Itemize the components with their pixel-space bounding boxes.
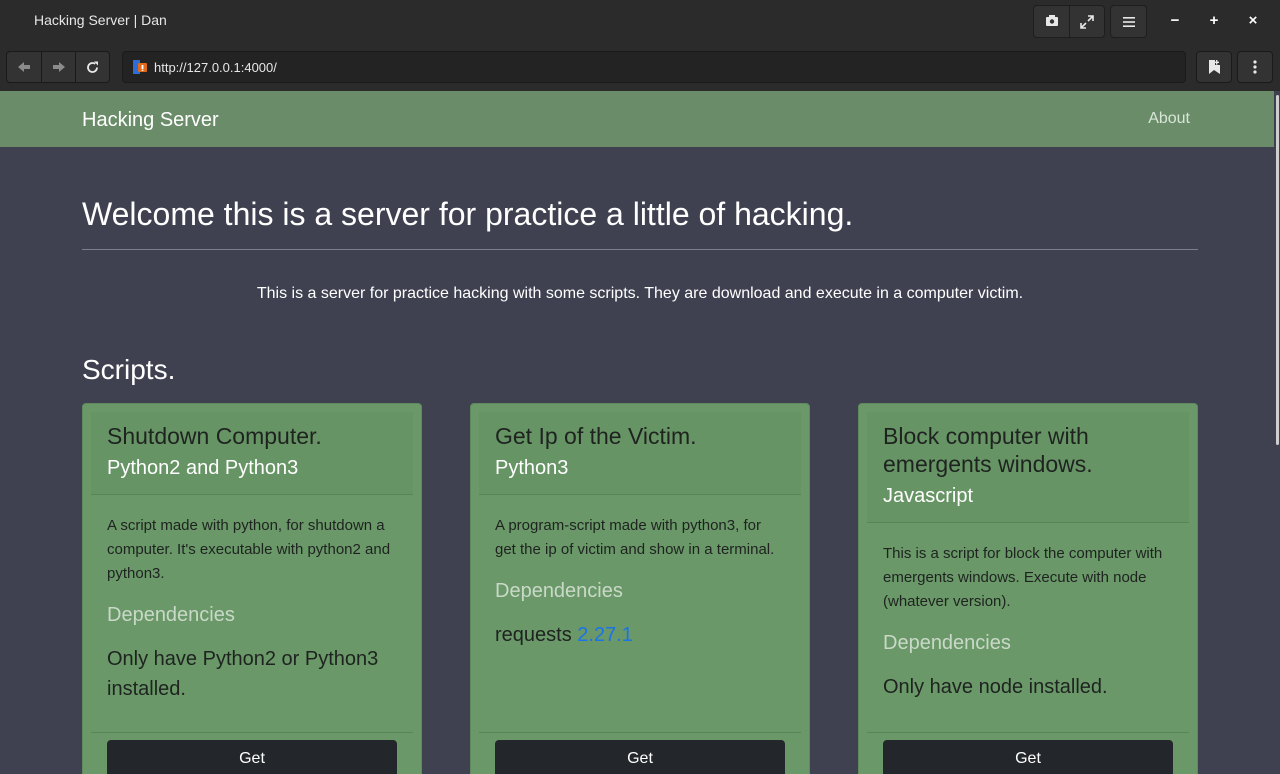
- card-footer: Get: [479, 732, 801, 774]
- insecure-connection-icon[interactable]: [133, 60, 147, 74]
- browser-toolbar: http://127.0.0.1:4000/: [0, 42, 1280, 91]
- site-brand-link[interactable]: Hacking Server: [82, 109, 219, 132]
- card-footer: Get: [867, 732, 1189, 774]
- dependencies-text: requests 2.27.1: [495, 620, 785, 650]
- card-footer: Get: [91, 732, 413, 774]
- navigation-buttons: [6, 51, 110, 83]
- titlebar-button-group: [1033, 5, 1105, 38]
- web-page: Hacking Server About Welcome this is a s…: [0, 91, 1280, 774]
- card-description: A program-script made with python3, for …: [495, 517, 775, 558]
- card-body: A script made with python, for shutdown …: [107, 514, 397, 704]
- script-card-get-ip: Get Ip of the Victim. Python3 A program-…: [470, 403, 810, 774]
- fullscreen-icon[interactable]: [1069, 6, 1104, 37]
- minimize-button[interactable]: −: [1165, 11, 1185, 31]
- card-title: Block computer with emergents windows.: [883, 423, 1093, 477]
- close-button[interactable]: ×: [1243, 11, 1263, 31]
- back-arrow-icon[interactable]: [7, 52, 41, 82]
- reload-icon[interactable]: [75, 52, 109, 82]
- page-scrollbar-thumb[interactable]: [1276, 95, 1279, 445]
- maximize-button[interactable]: +: [1204, 11, 1224, 31]
- bookmark-add-icon[interactable]: [1196, 51, 1232, 83]
- card-description: A script made with python, for shutdown …: [107, 517, 391, 582]
- script-card-block-computer: Block computer with emergents windows. J…: [858, 403, 1198, 774]
- page-heading: Welcome this is a server for practice a …: [82, 196, 854, 232]
- dependencies-title: Dependencies: [495, 580, 623, 602]
- site-navbar: Hacking Server About: [0, 91, 1274, 147]
- get-button[interactable]: Get: [883, 740, 1173, 774]
- get-button[interactable]: Get: [495, 740, 785, 774]
- window-titlebar: Hacking Server | Dan − + ×: [0, 0, 1280, 42]
- intro-text: This is a server for practice hacking wi…: [256, 285, 1024, 302]
- forward-arrow-icon[interactable]: [41, 52, 75, 82]
- dependency-version: 2.27.1: [577, 624, 633, 646]
- card-body: A program-script made with python3, for …: [495, 514, 785, 650]
- screenshot-icon[interactable]: [1034, 6, 1069, 37]
- script-card-shutdown: Shutdown Computer. Python2 and Python3 A…: [82, 403, 422, 774]
- card-title: Shutdown Computer.: [107, 423, 322, 449]
- url-bar[interactable]: http://127.0.0.1:4000/: [122, 51, 1186, 83]
- card-description: This is a script for block the computer …: [883, 545, 1163, 610]
- card-body: This is a script for block the computer …: [883, 542, 1173, 702]
- card-subtitle: Python3: [495, 457, 569, 479]
- card-header: Block computer with emergents windows. J…: [867, 412, 1189, 523]
- nav-about-link[interactable]: About: [1148, 110, 1190, 128]
- heading-divider: [82, 249, 1198, 250]
- dependency-name: requests: [495, 624, 578, 646]
- get-button[interactable]: Get: [107, 740, 397, 774]
- menu-button-group: [1110, 5, 1147, 38]
- dependencies-text: Only have Python2 or Python3 installed.: [107, 648, 379, 700]
- scripts-section-title: Scripts.: [82, 354, 176, 385]
- card-header: Get Ip of the Victim. Python3: [479, 412, 801, 495]
- window-title: Hacking Server | Dan: [34, 12, 167, 28]
- url-text: http://127.0.0.1:4000/: [154, 60, 277, 75]
- card-subtitle: Javascript: [883, 485, 974, 507]
- more-options-icon[interactable]: [1237, 51, 1273, 83]
- card-title: Get Ip of the Victim.: [495, 423, 697, 449]
- card-subtitle: Python2 and Python3: [107, 457, 299, 479]
- dependencies-title: Dependencies: [107, 604, 235, 626]
- dependencies-text: Only have node installed.: [883, 676, 1108, 698]
- hamburger-menu-icon[interactable]: [1111, 6, 1146, 37]
- card-header: Shutdown Computer. Python2 and Python3: [91, 412, 413, 495]
- dependencies-title: Dependencies: [883, 632, 1011, 654]
